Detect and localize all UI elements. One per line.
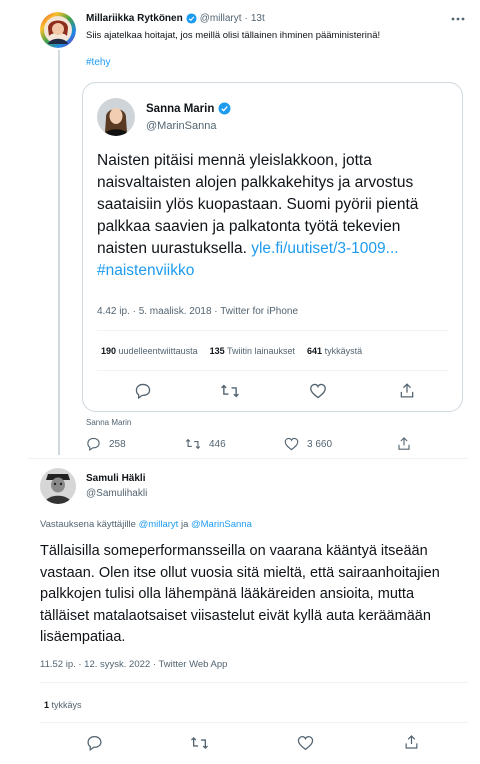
divider bbox=[97, 330, 449, 331]
quote-handle[interactable]: @MarinSanna bbox=[146, 120, 216, 132]
reply-icon[interactable] bbox=[134, 383, 152, 399]
stat-retweets-label: uudelleentwiittausta bbox=[118, 346, 198, 356]
stat-retweets[interactable]: 190 uudelleentwiittausta bbox=[101, 346, 198, 356]
replying-to-label: Vastauksena käyttäjille bbox=[40, 519, 136, 530]
replying-to-user1[interactable]: @millaryt bbox=[139, 519, 179, 530]
tweet1-separator: · bbox=[244, 13, 248, 24]
tweet2-handle[interactable]: @Samulihakli bbox=[86, 488, 147, 499]
stat-quotes[interactable]: 135 Twiitin lainaukset bbox=[210, 346, 295, 356]
tweet1-text: Siis ajatelkaa hoitajat, jos meillä olis… bbox=[86, 30, 381, 41]
avatar-samuli-hakli[interactable] bbox=[40, 468, 76, 504]
quote-link-url[interactable]: yle.fi/uutiset/3-1009... bbox=[251, 240, 398, 257]
avatar-sanna-marin[interactable] bbox=[97, 98, 135, 136]
replying-to-user2[interactable]: @MarinSanna bbox=[191, 519, 252, 530]
tweet2-timestamp[interactable]: 11.52 ip. · 12. syysk. 2022 · Twitter We… bbox=[40, 659, 227, 670]
tweet2-likes-label: tykkäys bbox=[51, 700, 82, 710]
share-icon[interactable] bbox=[397, 436, 411, 451]
thread-line bbox=[58, 50, 60, 455]
retweet-count: 446 bbox=[209, 438, 226, 450]
like-count: 3 660 bbox=[307, 438, 333, 450]
stat-quotes-label: Twiitin lainaukset bbox=[226, 346, 296, 356]
tweet2-author-name[interactable]: Samuli Häkli bbox=[86, 473, 145, 484]
like-action[interactable]: 3 660 bbox=[284, 437, 332, 451]
retweet-icon bbox=[185, 437, 201, 451]
stat-quotes-count: 135 bbox=[209, 346, 225, 356]
stat-likes[interactable]: 641 tykkäystä bbox=[307, 346, 362, 356]
stat-likes-count: 641 bbox=[307, 346, 323, 356]
tweet1-author-name[interactable]: Millariikka Rytkönen bbox=[86, 13, 183, 24]
divider bbox=[40, 682, 468, 683]
verified-badge-icon bbox=[218, 102, 231, 115]
tweet1-handle[interactable]: @millaryt bbox=[200, 13, 242, 24]
retweet-action[interactable]: 446 bbox=[185, 437, 226, 451]
retweet-icon[interactable] bbox=[220, 383, 240, 399]
stat-retweets-count: 190 bbox=[101, 346, 117, 356]
verified-badge-icon bbox=[186, 13, 197, 24]
more-options-icon[interactable] bbox=[450, 12, 466, 26]
reply-action[interactable]: 258 bbox=[86, 437, 126, 451]
replying-to-join: ja bbox=[180, 519, 189, 530]
like-icon[interactable] bbox=[297, 735, 314, 751]
retweet-icon[interactable] bbox=[190, 735, 209, 751]
stat-likes-label: tykkäystä bbox=[324, 346, 363, 356]
tweet1-time[interactable]: 13t bbox=[251, 13, 265, 24]
attribution-label: Sanna Marin bbox=[86, 418, 132, 427]
avatar-millariikka[interactable] bbox=[40, 12, 76, 48]
reply-icon bbox=[86, 437, 101, 451]
like-icon bbox=[284, 437, 299, 451]
tweet2-likes-stat[interactable]: 1 tykkäys bbox=[44, 700, 82, 710]
divider bbox=[97, 370, 449, 371]
share-icon[interactable] bbox=[404, 734, 419, 750]
tweet1-hashtag[interactable]: #tehy bbox=[86, 57, 110, 68]
share-icon[interactable] bbox=[399, 382, 415, 399]
tweet2-text: Tällaisilla someperformansseilla on vaar… bbox=[40, 543, 440, 645]
quote-author-name[interactable]: Sanna Marin bbox=[146, 103, 214, 115]
reply-icon[interactable] bbox=[86, 735, 103, 751]
tweet-divider bbox=[28, 458, 468, 459]
tweet2-likes-count: 1 bbox=[44, 700, 50, 710]
reply-count: 258 bbox=[109, 438, 126, 450]
quote-timestamp[interactable]: 4.42 ip. · 5. maalisk. 2018 · Twitter fo… bbox=[97, 306, 298, 317]
divider bbox=[40, 722, 468, 723]
like-icon[interactable] bbox=[309, 383, 327, 399]
quote-link-hashtag[interactable]: #naistenviikko bbox=[97, 262, 194, 279]
